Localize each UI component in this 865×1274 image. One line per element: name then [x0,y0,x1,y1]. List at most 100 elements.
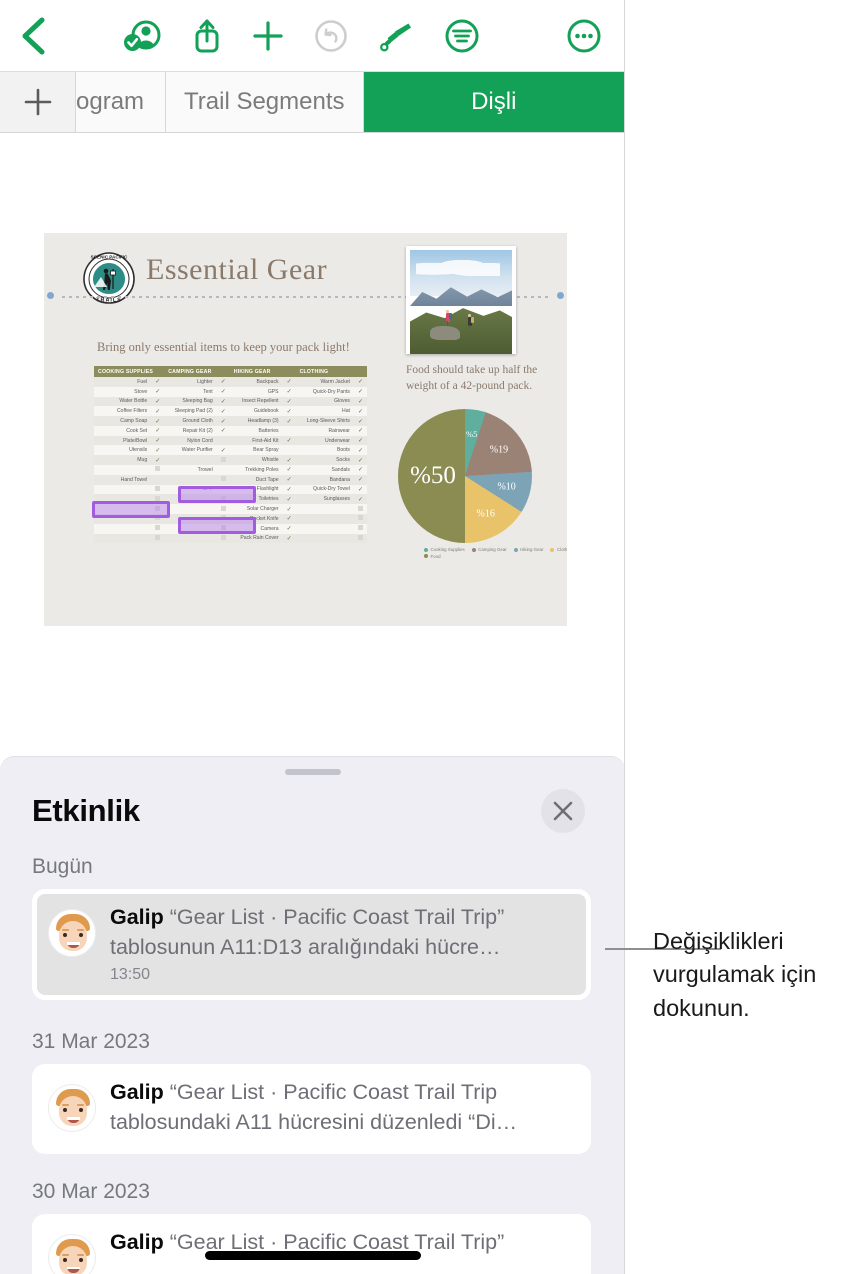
selection-handle-left[interactable] [47,292,54,299]
gear-cell[interactable]: Backpack [230,377,283,387]
checkbox-checked[interactable]: ✓ [151,416,164,426]
format-brush-icon[interactable] [378,18,414,54]
close-icon[interactable] [541,789,585,833]
activity-entry[interactable]: Galip “Gear List · Pacific Coast Trail T… [32,1064,591,1154]
table-row[interactable]: Fuel ✓ Lighter ✓ Backpack ✓ Warm Jacket ✓ [94,377,367,387]
gear-cell[interactable]: Quick-Dry Pants [296,387,354,397]
gear-cell[interactable] [94,534,151,544]
gear-cell[interactable]: Stove [94,387,151,397]
table-row[interactable]: Coffee Filters ✓ Sleeping Pad (2) ✓ Guideboo… [94,406,367,417]
gear-cell[interactable]: Warm Jacket [296,377,354,387]
gear-cell[interactable]: Guidebook [230,406,283,416]
checkbox-checked[interactable]: ✓ [283,485,296,495]
gear-cell[interactable]: Gloves [296,397,354,407]
document-options-icon[interactable] [444,18,480,54]
gear-cell[interactable]: Tent [164,387,217,397]
activity-entry[interactable]: Galip “Gear List · Pacific Coast Trail T… [32,889,591,1001]
gear-cell[interactable]: Batteries [230,426,283,436]
gear-cell[interactable]: Water Bottle [94,397,151,407]
gear-cell[interactable] [94,514,151,524]
gear-cell[interactable]: Pocket Knife [230,514,283,524]
checkbox-empty[interactable] [151,485,164,495]
checkbox-empty[interactable] [217,524,230,534]
table-row[interactable]: Utensils ✓ Water Purifier ✓ Bear Spray Boots ✓ [94,445,367,456]
checkbox-empty[interactable] [151,524,164,534]
checkbox-empty[interactable] [151,514,164,524]
checkbox-checked[interactable]: ✓ [217,397,230,407]
checkbox-checked[interactable]: ✓ [151,406,164,416]
checkbox-checked[interactable]: ✓ [354,455,367,465]
gear-cell[interactable] [94,494,151,504]
checkbox-checked[interactable]: ✓ [283,494,296,504]
checkbox-empty[interactable] [217,436,230,446]
add-sheet-button[interactable] [0,72,76,132]
gear-cell[interactable] [164,494,217,504]
weight-pie-chart[interactable]: Cooking Supplies Camping Gear Hiking Gear C… [380,409,567,561]
gear-table-body[interactable]: Fuel ✓ Lighter ✓ Backpack ✓ Warm Jacket ✓ Stove ✓… [94,377,367,544]
gear-cell[interactable] [296,514,354,524]
gear-cell[interactable]: SPF [164,485,217,495]
checkbox-checked[interactable]: ✓ [354,494,367,504]
checkbox-empty[interactable] [217,504,230,514]
gear-cell[interactable] [94,465,151,475]
back-button[interactable] [4,15,64,57]
more-icon[interactable] [566,18,602,54]
checkbox-checked[interactable]: ✓ [217,377,230,387]
table-row[interactable]: Mug ✓ Whistle ✓ Socks ✓ [94,455,367,466]
checkbox-empty[interactable] [151,475,164,485]
checkbox-checked[interactable]: ✓ [283,504,296,514]
table-row[interactable]: Hand Towel Duct Tape ✓ Bandana ✓ [94,474,367,485]
gear-cell[interactable]: Camera [230,524,283,534]
gear-cell[interactable] [164,534,217,544]
gear-cell[interactable]: Coffee Filters [94,406,151,416]
gear-cell[interactable]: Bandana [296,475,354,485]
checkbox-checked[interactable]: ✓ [354,387,367,397]
checkbox-empty[interactable] [217,485,230,495]
gear-cell[interactable] [296,534,354,544]
gear-cell[interactable]: Mug [94,455,151,465]
gear-cell[interactable]: Lighter [164,377,217,387]
gear-cell[interactable] [164,475,217,485]
checkbox-checked[interactable]: ✓ [151,426,164,436]
document-canvas[interactable]: SCENIC PACIFIC TRAILS Essential Gear Bri… [0,133,624,793]
gear-cell[interactable]: Pack Rain Cover [230,534,283,544]
table-row[interactable]: Trowel Trekking Poles ✓ Sandals ✓ [94,465,367,475]
checkbox-checked[interactable]: ✓ [354,397,367,407]
gear-cell[interactable]: Sunglasses [296,494,354,504]
table-row[interactable]: Camera ✓ [94,523,367,534]
gear-cell[interactable]: Sleeping Pad (2) [164,406,217,416]
gear-cell[interactable] [94,485,151,495]
checkbox-empty[interactable] [354,524,367,534]
table-row[interactable]: Stove ✓ Tent ✓ GPS ✓ Quick-Dry Pants ✓ [94,386,367,397]
checkbox-checked[interactable]: ✓ [283,397,296,407]
gear-cell[interactable]: Ground Cloth [164,416,217,426]
gear-cell[interactable] [164,514,217,524]
checkbox-checked[interactable]: ✓ [151,387,164,397]
checkbox-empty[interactable] [217,514,230,524]
checkbox-checked[interactable]: ✓ [151,455,164,465]
table-row[interactable]: Plate/Bowl ✓ Nylon Cord First-Aid Kit ✓ Under… [94,435,367,446]
checkbox-checked[interactable]: ✓ [151,397,164,407]
gear-cell[interactable] [296,504,354,514]
gear-cell[interactable]: Sleeping Bag [164,397,217,407]
checkbox-empty[interactable] [217,534,230,544]
checkbox-checked[interactable]: ✓ [354,377,367,387]
gear-cell[interactable]: Repair Kit (2) [164,426,217,436]
gear-cell[interactable]: First-Aid Kit [230,436,283,446]
gear-cell[interactable]: Sandals [296,465,354,475]
gear-cell[interactable]: Quick-Dry Towel [296,485,354,495]
checkbox-checked[interactable]: ✓ [354,416,367,426]
checkbox-checked[interactable]: ✓ [217,416,230,426]
checkbox-checked[interactable]: ✓ [283,416,296,426]
checkbox-checked[interactable]: ✓ [217,387,230,397]
gear-cell[interactable] [164,455,217,465]
activity-panel[interactable]: Etkinlik Bugün Galip “Gear List · Pacific… [0,756,624,1274]
gear-cell[interactable]: Hand Towel [94,475,151,485]
checkbox-checked[interactable]: ✓ [354,485,367,495]
checkbox-checked[interactable]: ✓ [283,514,296,524]
gear-cell[interactable]: Socks [296,455,354,465]
checkbox-checked[interactable]: ✓ [354,406,367,416]
table-row[interactable]: Solar Charger ✓ [94,504,367,514]
checkbox-empty[interactable] [217,494,230,504]
table-row[interactable]: Cook Set ✓ Repair Kit (2) ✓ Batteries Rainwea… [94,425,367,436]
